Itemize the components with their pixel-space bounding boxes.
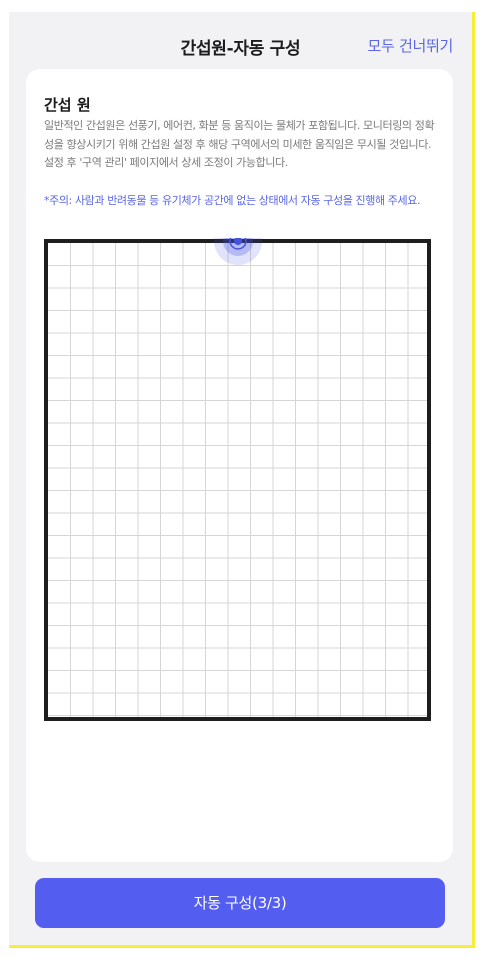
room-grid-map[interactable]	[43, 238, 432, 722]
auto-configure-button[interactable]: 자동 구성(3/3)	[35, 878, 445, 928]
grid-lines	[48, 243, 427, 717]
header-bar: 간섭원-자동 구성 모두 건너뛰기	[9, 12, 472, 68]
interference-card: 간섭 원 일반적인 간섭원은 선풍기, 에어컨, 화분 등 움직이는 물체가 포…	[26, 69, 453, 862]
room-boundary	[44, 239, 431, 721]
caution-notice: *주의: 사람과 반려동물 등 유기체가 공간에 없는 상태에서 자동 구성을 …	[44, 194, 421, 207]
room-grid-canvas	[44, 238, 431, 721]
section-title: 간섭 원	[44, 96, 91, 114]
app-screen: 간섭원-자동 구성 모두 건너뛰기 간섭 원 일반적인 간섭원은 선풍기, 에어…	[9, 12, 475, 948]
section-description: 일반적인 간섭원은 선풍기, 에어컨, 화분 등 움직이는 물체가 포함됩니다.…	[44, 119, 435, 169]
skip-all-link[interactable]: 모두 건너뛰기	[368, 35, 454, 56]
sensor-icon	[214, 238, 262, 265]
